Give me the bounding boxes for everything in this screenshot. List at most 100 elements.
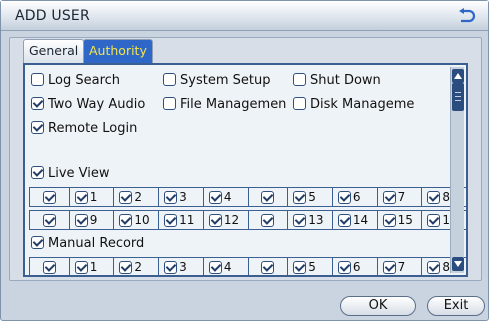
channel-checkbox[interactable] — [164, 260, 178, 274]
channel-all-cell[interactable] — [247, 211, 288, 229]
channel-cell[interactable]: 6 — [331, 258, 377, 275]
channel-number: 4 — [223, 260, 232, 274]
channel-number: 1 — [89, 260, 98, 274]
scrollbar[interactable] — [450, 67, 464, 273]
checkbox-two-way-audio[interactable] — [31, 97, 44, 110]
checkbox-shut-down[interactable] — [293, 73, 306, 86]
channel-checkbox[interactable] — [74, 260, 88, 274]
title-bar: ADD USER — [1, 1, 488, 31]
channel-number: 4 — [223, 190, 232, 204]
channel-checkbox[interactable] — [293, 190, 307, 204]
channel-checkbox[interactable] — [382, 213, 396, 227]
perm-system-setup[interactable]: System Setup — [163, 72, 270, 90]
perm-log-search[interactable]: Log Search — [31, 72, 120, 90]
checkbox-disk-management[interactable] — [293, 97, 306, 110]
channel-cell[interactable]: 3 — [158, 188, 203, 206]
authority-list: Log Search System Setup Shut Down Two Wa… — [23, 63, 468, 277]
return-arrow-icon[interactable] — [458, 8, 476, 24]
channel-cell[interactable]: 12 — [202, 211, 248, 229]
checkbox-system-setup[interactable] — [163, 73, 176, 86]
channel-checkbox[interactable] — [119, 190, 133, 204]
channel-checkbox[interactable] — [261, 190, 275, 204]
channel-checkbox[interactable] — [337, 260, 351, 274]
channel-checkbox[interactable] — [119, 213, 133, 227]
channel-cell[interactable]: 5 — [287, 188, 332, 206]
channel-checkbox[interactable] — [164, 190, 178, 204]
scroll-down-button[interactable] — [452, 257, 464, 271]
channel-checkbox[interactable] — [382, 190, 396, 204]
channel-checkbox[interactable] — [208, 260, 222, 274]
channel-number: 5 — [308, 260, 316, 274]
scroll-up-button[interactable] — [452, 69, 464, 83]
channel-all-cell[interactable] — [29, 258, 69, 275]
channel-all-cell[interactable] — [247, 258, 288, 275]
channel-cell[interactable]: 7 — [376, 188, 422, 206]
checkbox-live-view[interactable] — [31, 166, 44, 179]
scroll-thumb[interactable] — [452, 83, 464, 111]
channel-cell[interactable]: 15 — [376, 211, 422, 229]
channel-cell[interactable]: 7 — [376, 258, 422, 275]
live-view-channel-row-2: 910111213141516 — [29, 210, 466, 230]
channel-cell[interactable]: 4 — [202, 258, 248, 275]
channel-number: 11 — [179, 213, 195, 227]
channel-cell[interactable]: 2 — [113, 258, 159, 275]
channel-cell[interactable]: 1 — [68, 258, 114, 275]
channel-cell[interactable]: 1 — [68, 188, 114, 206]
channel-cell[interactable]: 5 — [287, 258, 332, 275]
channel-number: 6 — [352, 260, 361, 274]
channel-cell[interactable]: 11 — [158, 211, 203, 229]
perm-live-view[interactable]: Live View — [31, 165, 110, 183]
channel-cell[interactable]: 2 — [113, 188, 159, 206]
channel-checkbox[interactable] — [74, 213, 88, 227]
checkbox-log-search[interactable] — [31, 73, 44, 86]
channel-number: 10 — [134, 213, 150, 227]
channel-cell[interactable]: 10 — [113, 211, 159, 229]
ok-button[interactable]: OK — [340, 296, 416, 316]
channel-all-cell[interactable] — [247, 188, 288, 206]
tab-general[interactable]: General — [23, 39, 85, 63]
channel-checkbox[interactable] — [208, 190, 222, 204]
checkbox-manual-record[interactable] — [31, 236, 44, 249]
perm-disk-management[interactable]: Disk Manageme — [293, 96, 414, 114]
channel-number: 7 — [397, 260, 406, 274]
channel-cell[interactable]: 6 — [331, 188, 377, 206]
add-user-dialog: ADD USER General Authority Log Search Sy… — [0, 0, 489, 321]
channel-cell[interactable]: 3 — [158, 258, 203, 275]
perm-file-management[interactable]: File Managemen — [163, 96, 286, 114]
channel-checkbox[interactable] — [119, 260, 133, 274]
perm-manual-record[interactable]: Manual Record — [31, 235, 144, 253]
channel-cell[interactable]: 9 — [68, 211, 114, 229]
arrow-down-icon — [454, 261, 462, 267]
tab-authority[interactable]: Authority — [83, 39, 153, 63]
channel-checkbox[interactable] — [337, 190, 351, 204]
channel-checkbox[interactable] — [261, 213, 275, 227]
channel-checkbox[interactable] — [427, 213, 441, 227]
channel-all-cell[interactable] — [29, 211, 69, 229]
channel-number: 6 — [352, 190, 361, 204]
checkbox-file-management[interactable] — [163, 97, 176, 110]
channel-checkbox[interactable] — [208, 213, 222, 227]
channel-checkbox[interactable] — [164, 213, 178, 227]
channel-checkbox[interactable] — [427, 190, 441, 204]
channel-checkbox[interactable] — [337, 213, 351, 227]
channel-all-cell[interactable] — [29, 188, 69, 206]
channel-cell[interactable]: 13 — [287, 211, 332, 229]
channel-checkbox[interactable] — [261, 260, 275, 274]
perm-remote-login[interactable]: Remote Login — [31, 120, 137, 138]
checkbox-remote-login[interactable] — [31, 121, 44, 134]
channel-checkbox[interactable] — [427, 260, 441, 274]
exit-button[interactable]: Exit — [427, 296, 485, 316]
channel-checkbox[interactable] — [42, 260, 56, 274]
channel-checkbox[interactable] — [382, 260, 396, 274]
dialog-title: ADD USER — [15, 8, 90, 24]
channel-checkbox[interactable] — [293, 213, 307, 227]
perm-shut-down[interactable]: Shut Down — [293, 72, 381, 90]
channel-checkbox[interactable] — [42, 213, 56, 227]
perm-two-way-audio[interactable]: Two Way Audio — [31, 96, 145, 114]
channel-cell[interactable]: 4 — [202, 188, 248, 206]
channel-cell[interactable]: 14 — [331, 211, 377, 229]
channel-checkbox[interactable] — [42, 190, 56, 204]
channel-checkbox[interactable] — [74, 190, 88, 204]
channel-number: 3 — [179, 260, 187, 274]
channel-checkbox[interactable] — [293, 260, 307, 274]
